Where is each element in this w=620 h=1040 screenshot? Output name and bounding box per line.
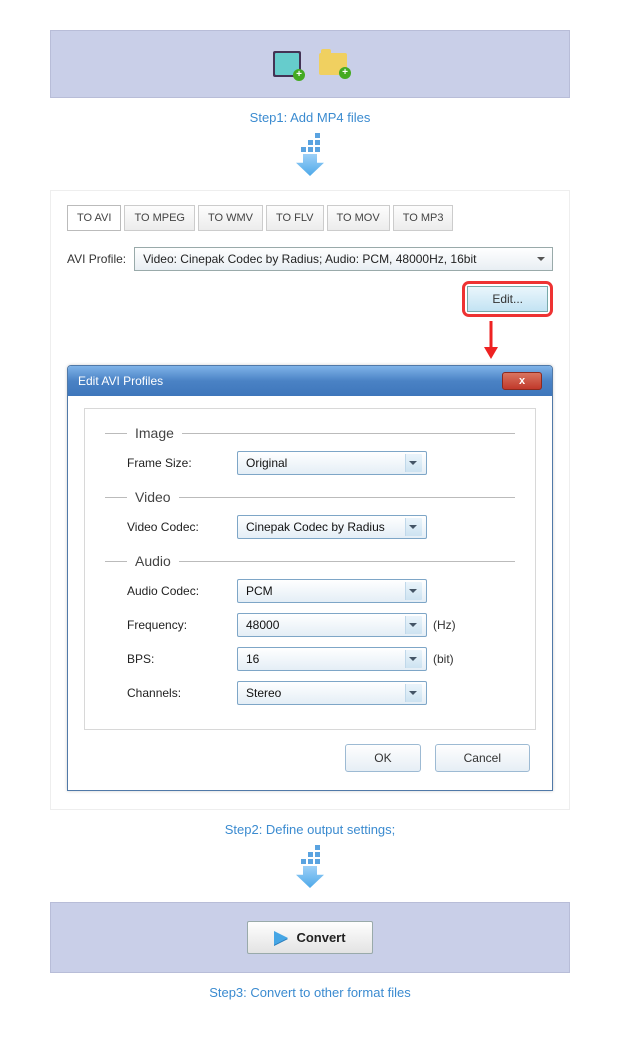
format-tabs: TO AVI TO MPEG TO WMV TO FLV TO MOV TO M… — [67, 205, 553, 231]
profile-dropdown[interactable]: Video: Cinepak Codec by Radius; Audio: P… — [134, 247, 553, 271]
frequency-select[interactable]: 48000 — [237, 613, 427, 637]
step1-label: Step1: Add MP4 files — [50, 110, 570, 125]
close-button[interactable]: x — [502, 372, 542, 390]
edit-button-highlight: Edit... — [462, 281, 553, 317]
convert-label: Convert — [296, 930, 345, 945]
video-codec-label: Video Codec: — [127, 520, 237, 534]
step3-label: Step3: Convert to other format files — [50, 985, 570, 1000]
convert-button[interactable]: Convert — [247, 921, 372, 954]
frame-size-label: Frame Size: — [127, 456, 237, 470]
group-image-title: Image — [135, 425, 174, 441]
dialog-title: Edit AVI Profiles — [78, 374, 163, 388]
tab-to-mov[interactable]: TO MOV — [327, 205, 390, 231]
add-video-file-icon[interactable]: + — [273, 51, 301, 77]
tab-to-wmv[interactable]: TO WMV — [198, 205, 263, 231]
edit-profiles-dialog: Edit AVI Profiles x Image Frame Size: Or… — [67, 365, 553, 791]
channels-select[interactable]: Stereo — [237, 681, 427, 705]
tab-to-flv[interactable]: TO FLV — [266, 205, 324, 231]
tab-to-avi[interactable]: TO AVI — [67, 205, 121, 231]
profile-label: AVI Profile: — [67, 252, 126, 266]
tab-to-mpeg[interactable]: TO MPEG — [124, 205, 195, 231]
output-settings-panel: TO AVI TO MPEG TO WMV TO FLV TO MOV TO M… — [50, 190, 570, 810]
audio-codec-label: Audio Codec: — [127, 584, 237, 598]
ok-button[interactable]: OK — [345, 744, 420, 772]
add-folder-icon[interactable]: + — [319, 53, 347, 75]
bps-unit: (bit) — [433, 652, 454, 666]
bps-label: BPS: — [127, 652, 237, 666]
bps-select[interactable]: 16 — [237, 647, 427, 671]
down-arrow-icon — [50, 133, 570, 176]
cancel-button[interactable]: Cancel — [435, 744, 530, 772]
group-video-title: Video — [135, 489, 171, 505]
down-arrow-icon — [50, 845, 570, 888]
group-audio-title: Audio — [135, 553, 171, 569]
audio-codec-select[interactable]: PCM — [237, 579, 427, 603]
dialog-titlebar[interactable]: Edit AVI Profiles x — [68, 366, 552, 396]
channels-label: Channels: — [127, 686, 237, 700]
tab-to-mp3[interactable]: TO MP3 — [393, 205, 454, 231]
frequency-unit: (Hz) — [433, 618, 456, 632]
add-files-panel: + + — [50, 30, 570, 98]
edit-button[interactable]: Edit... — [467, 286, 548, 312]
step2-label: Step2: Define output settings; — [50, 822, 570, 837]
red-arrow-icon — [67, 319, 553, 359]
convert-panel: Convert — [50, 902, 570, 973]
video-codec-select[interactable]: Cinepak Codec by Radius — [237, 515, 427, 539]
frequency-label: Frequency: — [127, 618, 237, 632]
frame-size-select[interactable]: Original — [237, 451, 427, 475]
play-icon — [274, 931, 288, 945]
